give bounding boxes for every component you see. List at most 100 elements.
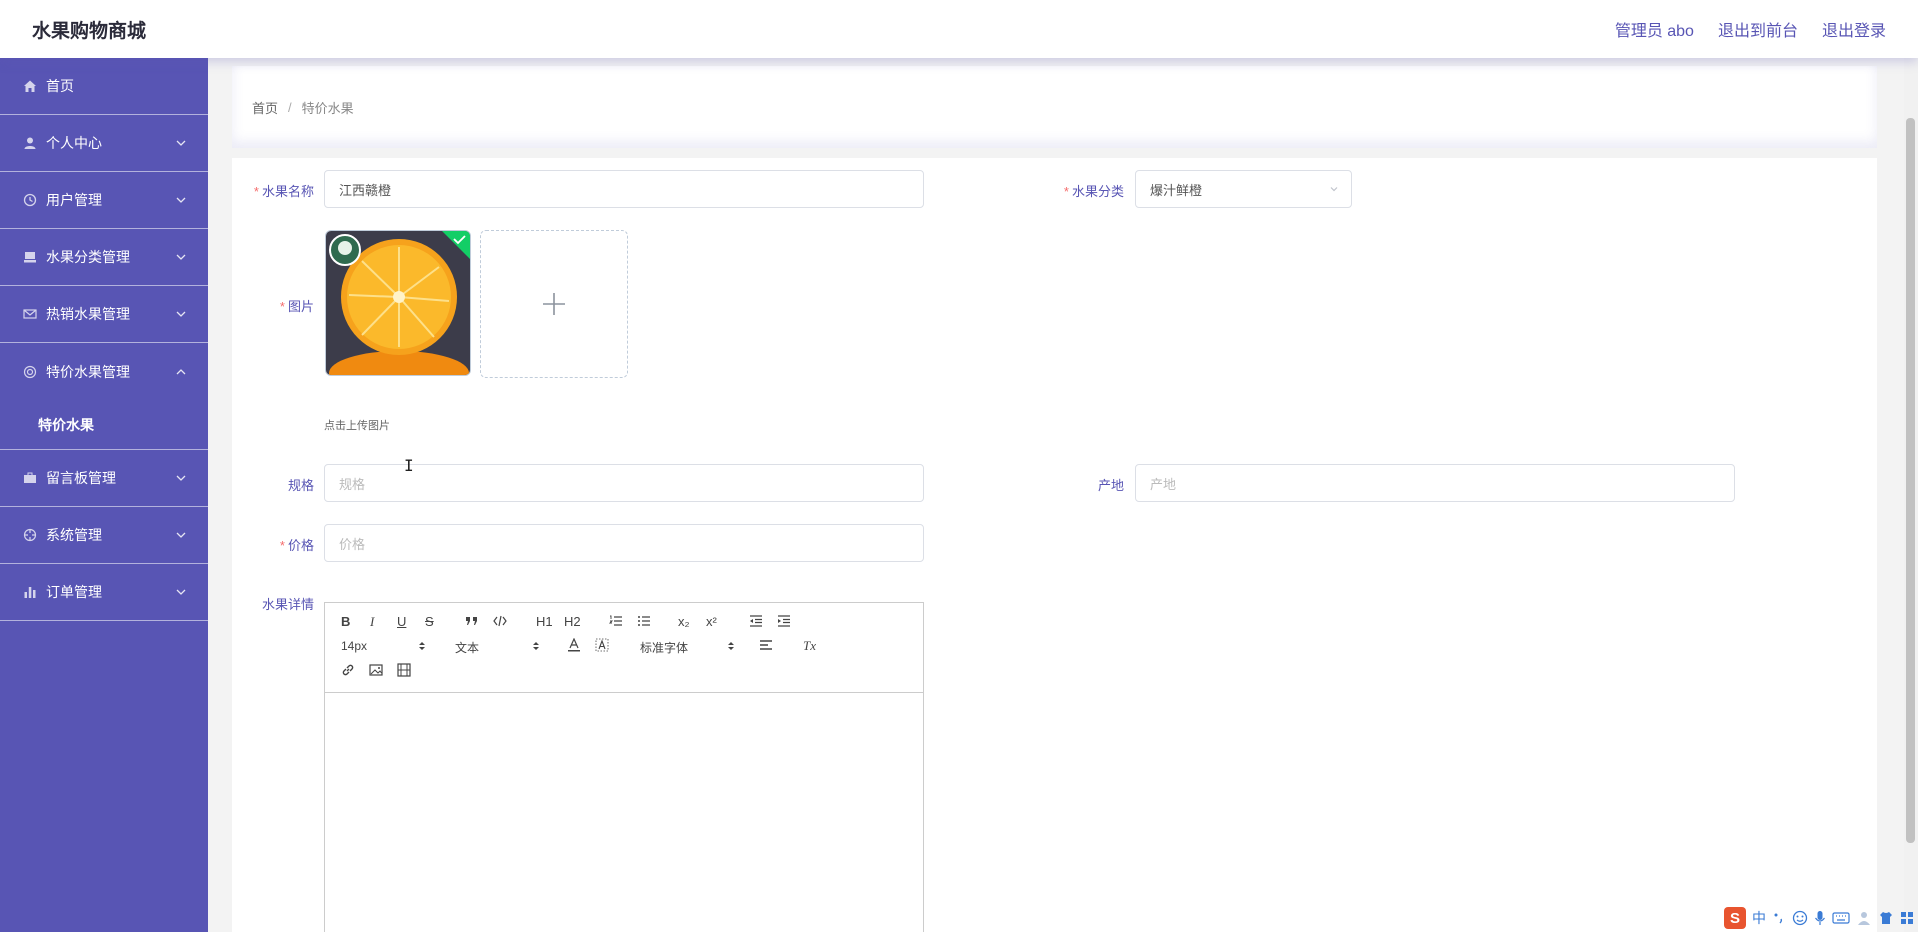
- h1-button[interactable]: H1: [536, 615, 553, 628]
- sidebar-item-label: 用户管理: [46, 192, 102, 208]
- breadcrumb: 首页 / 特价水果: [232, 66, 1877, 148]
- breadcrumb-home[interactable]: 首页: [252, 98, 278, 117]
- ime-toolbar[interactable]: S 中: [1724, 906, 1914, 930]
- skin-shirt-icon[interactable]: [1878, 910, 1894, 926]
- blockquote-icon[interactable]: [465, 615, 479, 627]
- strike-button[interactable]: S: [425, 615, 434, 628]
- top-navbar: 水果购物商城 管理员 abo 退出到前台 退出登录: [0, 0, 1918, 58]
- microphone-icon[interactable]: [1814, 910, 1826, 926]
- upload-add-button[interactable]: [480, 230, 628, 378]
- bullet-list-icon[interactable]: [637, 615, 651, 627]
- align-left-icon[interactable]: [759, 639, 773, 651]
- emoji-icon[interactable]: [1792, 910, 1808, 926]
- code-icon[interactable]: [493, 615, 507, 627]
- sidebar-item-personal-center[interactable]: 个人中心: [0, 115, 208, 172]
- fruit-name-label: * 水果名称: [253, 184, 314, 199]
- sidebar-subitem-special-fruit[interactable]: 特价水果: [0, 400, 208, 450]
- font-size-value: 14px: [341, 639, 368, 653]
- indent-icon[interactable]: [777, 615, 791, 627]
- sidebar-item-label: 系统管理: [46, 527, 102, 543]
- lifebuoy-icon: [22, 364, 38, 380]
- aperture-icon: [22, 527, 38, 543]
- price-label: * 价格: [279, 538, 314, 553]
- page-scrollbar[interactable]: [1904, 58, 1918, 932]
- toolbox-grid-icon[interactable]: [1900, 911, 1914, 925]
- link-icon[interactable]: [341, 663, 355, 677]
- background-color-icon[interactable]: [595, 638, 609, 652]
- scrollbar-thumb[interactable]: [1906, 118, 1915, 843]
- sidebar-item-label: 首页: [46, 78, 74, 94]
- ime-language[interactable]: 中: [1752, 908, 1766, 928]
- orange-image: [326, 231, 470, 375]
- app-title: 水果购物商城: [32, 20, 147, 42]
- box-icon: [22, 249, 38, 265]
- font-size-picker[interactable]: 14px: [341, 639, 425, 653]
- origin-input[interactable]: 产地: [1135, 464, 1735, 502]
- briefcase-icon: [22, 470, 38, 486]
- underline-button[interactable]: U: [397, 615, 406, 628]
- chevron-down-icon: [176, 475, 186, 481]
- superscript-button[interactable]: x²: [706, 615, 717, 628]
- font-family-value: 标准字体: [640, 641, 689, 655]
- updown-arrow-icon: [728, 642, 734, 650]
- editor-content-area[interactable]: [325, 693, 923, 932]
- chevron-down-icon: [176, 589, 186, 595]
- rich-text-editor: B I U S H1 H2 x₂ x² 14px 文本 标准字体 Tx: [324, 602, 924, 932]
- admin-user-link[interactable]: 管理员 abo: [1615, 17, 1694, 41]
- h2-button[interactable]: H2: [564, 615, 581, 628]
- sidebar-item-message-board[interactable]: 留言板管理: [0, 450, 208, 507]
- plus-icon: [543, 293, 565, 315]
- mail-icon: [22, 306, 38, 322]
- logout-link[interactable]: 退出登录: [1822, 17, 1886, 41]
- sidebar-item-special-fruit-management[interactable]: 特价水果管理: [0, 343, 208, 400]
- sidebar-item-category-management[interactable]: 水果分类管理: [0, 229, 208, 286]
- video-icon[interactable]: [397, 663, 411, 677]
- fruit-form: * 水果名称 江西赣橙 * 水果分类 爆汁鲜橙 * 图片 点击上传图片 规格 规…: [232, 158, 1877, 932]
- fruit-category-label: * 水果分类: [1063, 184, 1124, 199]
- chevron-down-icon: [176, 311, 186, 317]
- ordered-list-icon[interactable]: [609, 615, 623, 627]
- italic-button[interactable]: I: [370, 615, 374, 628]
- sidebar-item-home[interactable]: 首页: [0, 58, 208, 115]
- chevron-down-icon: [176, 140, 186, 146]
- text-cursor-icon: I: [404, 456, 414, 475]
- price-input[interactable]: 价格: [324, 524, 924, 562]
- font-family-picker[interactable]: 标准字体: [640, 639, 734, 656]
- bold-button[interactable]: B: [341, 615, 350, 628]
- origin-label: 产地: [1097, 478, 1124, 493]
- exit-to-frontend-link[interactable]: 退出到前台: [1718, 17, 1798, 41]
- sidebar-item-label: 订单管理: [46, 584, 102, 600]
- spec-input[interactable]: 规格: [324, 464, 924, 502]
- header-value: 文本: [455, 641, 480, 655]
- keyboard-icon[interactable]: [1832, 911, 1850, 925]
- subscript-button[interactable]: x₂: [678, 615, 690, 628]
- updown-arrow-icon: [533, 642, 539, 650]
- sidebar-item-order-management[interactable]: 订单管理: [0, 564, 208, 621]
- sidebar-item-user-management[interactable]: 用户管理: [0, 172, 208, 229]
- sidebar-item-label: 水果分类管理: [46, 249, 130, 265]
- uploaded-image-thumbnail[interactable]: [325, 230, 471, 376]
- sidebar-subitem-label: 特价水果: [38, 416, 94, 433]
- fruit-name-input[interactable]: 江西赣橙: [324, 170, 924, 208]
- sidebar-item-system-management[interactable]: 系统管理: [0, 507, 208, 564]
- sidebar-item-hot-fruit-management[interactable]: 热销水果管理: [0, 286, 208, 343]
- text-color-icon[interactable]: [567, 638, 581, 652]
- upload-hint: 点击上传图片: [324, 420, 390, 432]
- user-avatar-icon[interactable]: [1856, 910, 1872, 926]
- fruit-category-value: 爆汁鲜橙: [1150, 182, 1203, 198]
- sidebar-item-label: 个人中心: [46, 135, 102, 151]
- spec-label: 规格: [287, 478, 314, 493]
- bar-chart-icon: [22, 584, 38, 600]
- clean-format-button[interactable]: Tx: [803, 639, 816, 652]
- punctuation-icon[interactable]: [1772, 911, 1786, 925]
- outdent-icon[interactable]: [749, 615, 763, 627]
- fruit-category-select[interactable]: 爆汁鲜橙: [1135, 170, 1352, 208]
- header-links: 管理员 abo 退出到前台 退出登录: [1615, 17, 1886, 41]
- chevron-down-icon: [1330, 187, 1338, 192]
- image-icon[interactable]: [369, 663, 383, 677]
- header-picker[interactable]: 文本: [455, 639, 539, 656]
- sogou-logo-icon: S: [1724, 907, 1746, 929]
- clock-icon: [22, 192, 38, 208]
- sidebar-item-label: 热销水果管理: [46, 306, 130, 322]
- breadcrumb-current: 特价水果: [301, 100, 354, 116]
